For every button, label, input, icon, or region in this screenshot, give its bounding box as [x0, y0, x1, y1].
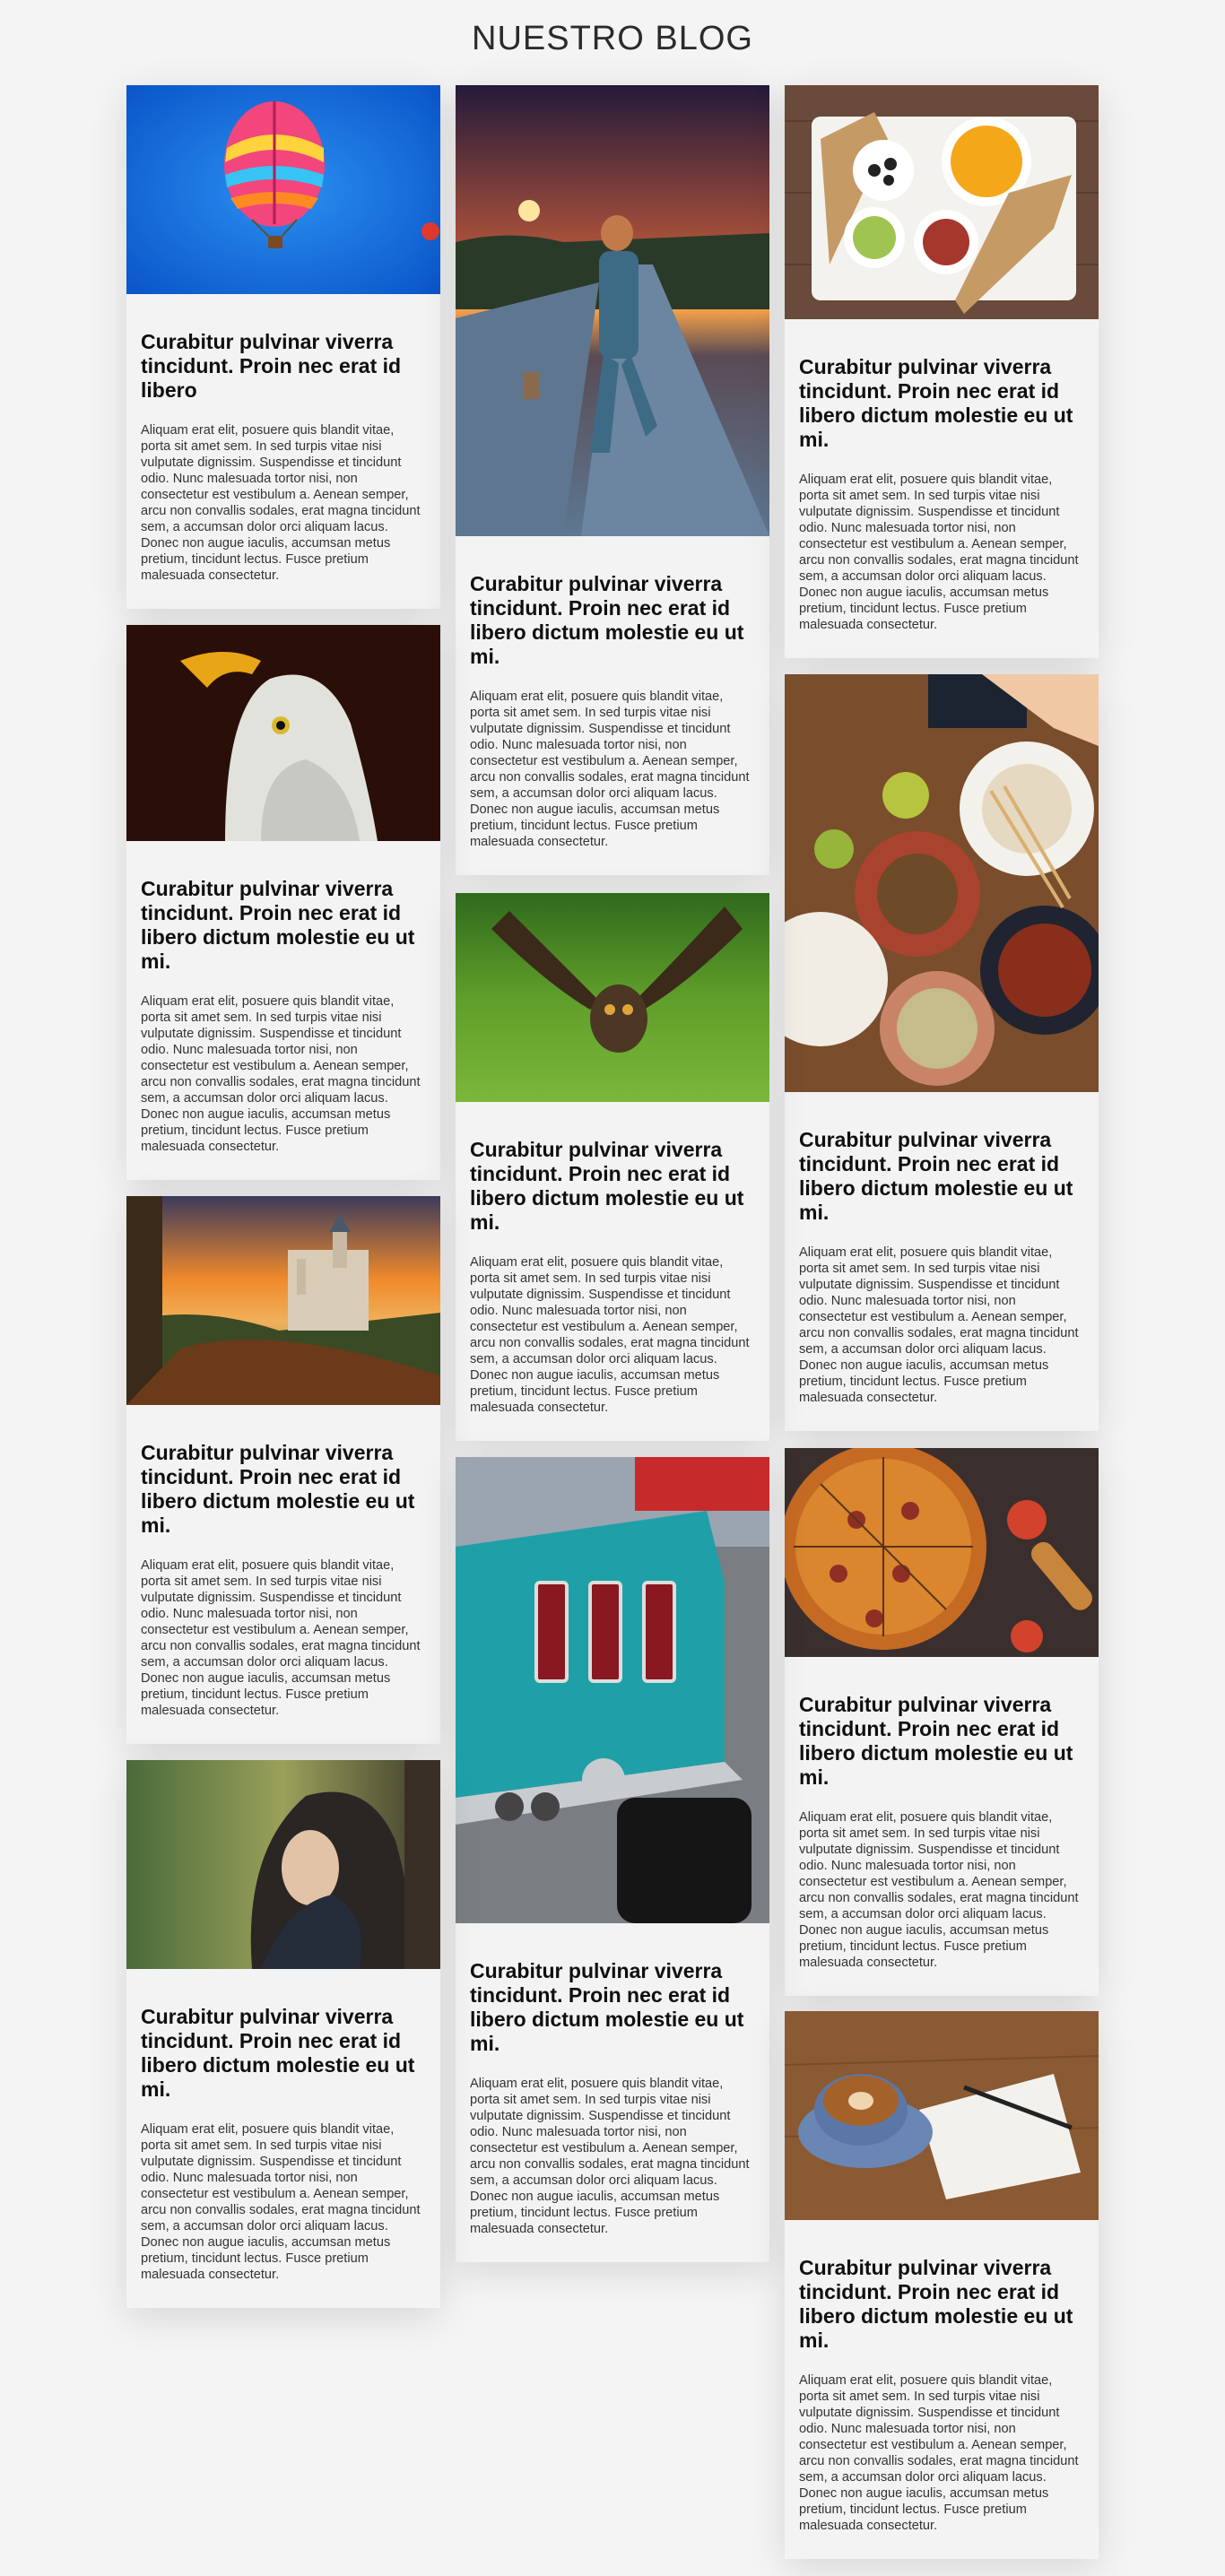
post-image-girl[interactable] [456, 85, 769, 536]
post-excerpt: Aliquam erat elit, posuere quis blandit … [141, 994, 421, 1154]
post-excerpt: Aliquam erat elit, posuere quis blandit … [141, 2122, 421, 2282]
post-excerpt: Aliquam erat elit, posuere quis blandit … [799, 1245, 1079, 1405]
post-image-breakfast[interactable] [785, 85, 1099, 319]
blog-card[interactable]: Curabitur pulvinar viverra tincidunt. Pr… [126, 1760, 440, 2308]
post-excerpt: Aliquam erat elit, posuere quis blandit … [470, 2077, 750, 2236]
post-excerpt: Aliquam erat elit, posuere quis blandit … [141, 423, 421, 583]
post-title[interactable]: Curabitur pulvinar viverra tincidunt. Pr… [799, 1693, 1084, 1790]
blog-card[interactable]: Curabitur pulvinar viverra tincidunt. Pr… [785, 1448, 1099, 1996]
post-excerpt: Aliquam erat elit, posuere quis blandit … [799, 473, 1079, 632]
blog-card[interactable]: Curabitur pulvinar viverra tincidunt. Pr… [126, 1196, 440, 1744]
post-excerpt: Aliquam erat elit, posuere quis blandit … [470, 1255, 750, 1415]
post-excerpt: Aliquam erat elit, posuere quis blandit … [799, 2373, 1079, 2533]
blog-card[interactable]: Curabitur pulvinar viverra tincidunt. Pr… [126, 85, 440, 609]
post-image-pizza[interactable] [785, 1448, 1099, 1657]
post-title[interactable]: Curabitur pulvinar viverra tincidunt. Pr… [799, 355, 1084, 452]
post-title[interactable]: Curabitur pulvinar viverra tincidunt. Pr… [141, 2005, 426, 2102]
post-title[interactable]: Curabitur pulvinar viverra tincidunt. Pr… [141, 330, 426, 403]
post-title[interactable]: Curabitur pulvinar viverra tincidunt. Pr… [470, 572, 755, 669]
page-title: NUESTRO BLOG [472, 20, 753, 57]
post-title[interactable]: Curabitur pulvinar viverra tincidunt. Pr… [141, 877, 426, 974]
post-title[interactable]: Curabitur pulvinar viverra tincidunt. Pr… [470, 1959, 755, 2056]
blog-card[interactable]: Curabitur pulvinar viverra tincidunt. Pr… [785, 85, 1099, 658]
post-image-car[interactable] [456, 1457, 769, 1923]
post-image-food-table[interactable] [785, 674, 1099, 1092]
blog-card[interactable]: Curabitur pulvinar viverra tincidunt. Pr… [126, 625, 440, 1180]
post-title[interactable]: Curabitur pulvinar viverra tincidunt. Pr… [141, 1441, 426, 1538]
blog-card[interactable]: Curabitur pulvinar viverra tincidunt. Pr… [456, 893, 769, 1441]
post-excerpt: Aliquam erat elit, posuere quis blandit … [141, 1558, 421, 1718]
post-image-castle[interactable] [126, 1196, 440, 1405]
post-excerpt: Aliquam erat elit, posuere quis blandit … [470, 690, 750, 849]
post-title[interactable]: Curabitur pulvinar viverra tincidunt. Pr… [470, 1138, 755, 1235]
post-title[interactable]: Curabitur pulvinar viverra tincidunt. Pr… [799, 1128, 1084, 1225]
post-image-woman[interactable] [126, 1760, 440, 1969]
post-image-owl[interactable] [456, 893, 769, 1102]
blog-card[interactable]: Curabitur pulvinar viverra tincidunt. Pr… [785, 674, 1099, 1431]
post-image-coffee[interactable] [785, 2011, 1099, 2220]
blog-card[interactable]: Curabitur pulvinar viverra tincidunt. Pr… [785, 2011, 1099, 2559]
post-title[interactable]: Curabitur pulvinar viverra tincidunt. Pr… [799, 2256, 1084, 2353]
post-image-eagle[interactable] [126, 625, 440, 841]
post-excerpt: Aliquam erat elit, posuere quis blandit … [799, 1810, 1079, 1970]
blog-card[interactable]: Curabitur pulvinar viverra tincidunt. Pr… [456, 1457, 769, 2262]
post-image-balloon[interactable] [126, 85, 440, 294]
blog-card[interactable]: Curabitur pulvinar viverra tincidunt. Pr… [456, 85, 769, 875]
